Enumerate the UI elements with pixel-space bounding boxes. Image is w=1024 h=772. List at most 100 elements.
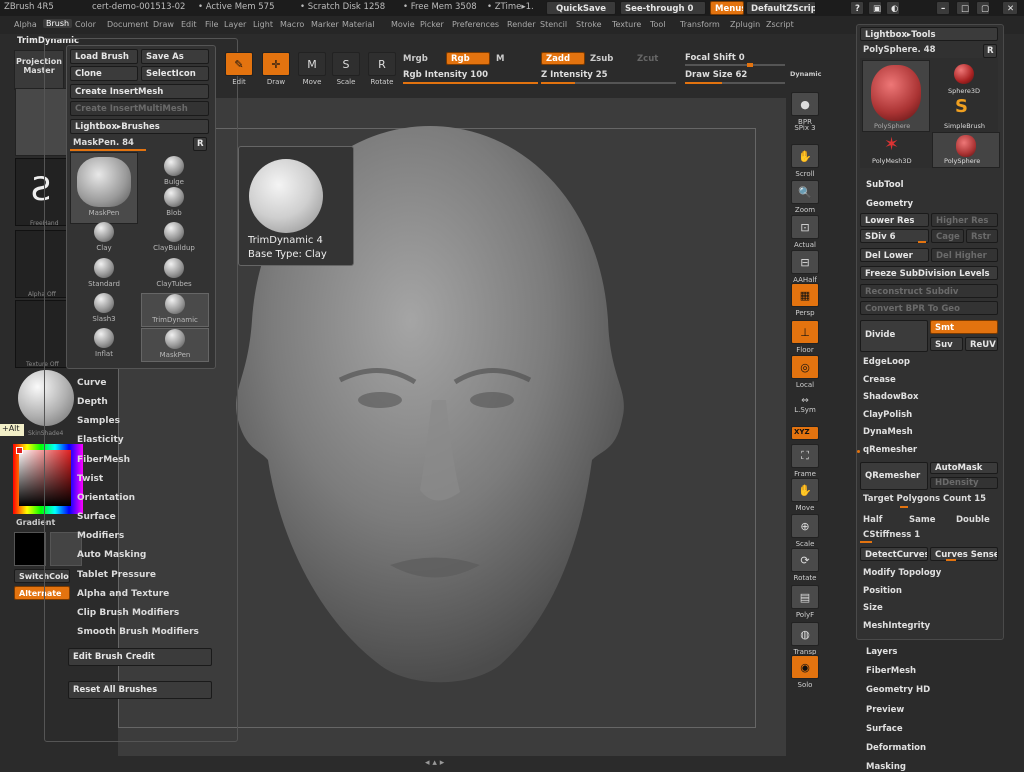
shelf-spix-3[interactable]: SPix 3 xyxy=(790,124,820,132)
shelf-move[interactable]: ✋ Move xyxy=(790,478,820,512)
cage-button[interactable]: Cage xyxy=(931,229,964,243)
geometry-item-crease[interactable]: Crease xyxy=(863,375,896,385)
target-polygons-slider[interactable]: Target Polygons Count 15 xyxy=(863,494,986,504)
automask-toggle[interactable]: AutoMask xyxy=(930,462,998,474)
zsub-toggle[interactable]: Zsub xyxy=(590,54,613,64)
shelf-persp[interactable]: ▦ Persp xyxy=(790,283,820,317)
geometry-item-edgeloop[interactable]: EdgeLoop xyxy=(863,357,910,367)
reconstruct-subdiv-button[interactable]: Reconstruct Subdiv xyxy=(860,284,998,298)
edit-mode-button[interactable]: ✎ Edit xyxy=(224,52,254,86)
minimize-icon[interactable]: – xyxy=(936,1,950,15)
shelf-scale[interactable]: ⊕ Scale xyxy=(790,514,820,548)
dynamic-toggle[interactable]: Dynamic xyxy=(790,70,822,78)
shelf-floor[interactable]: ⊥ Floor xyxy=(790,320,820,354)
brush-section-smooth-brush-modifiers[interactable]: Smooth Brush Modifiers xyxy=(77,627,199,637)
rstr-button[interactable]: Rstr xyxy=(966,229,998,243)
m-toggle[interactable]: M xyxy=(496,54,504,64)
menu-macro[interactable]: Macro xyxy=(280,20,304,29)
brush-section-modifiers[interactable]: Modifiers xyxy=(77,531,124,541)
menu-tool[interactable]: Tool xyxy=(650,20,666,29)
brush-item-clay[interactable]: Clay xyxy=(78,222,130,252)
close-icon[interactable]: ✕ xyxy=(1002,1,1018,15)
lightbox-tools-button[interactable]: Lightbox▸Tools xyxy=(860,27,998,41)
shelf-rotate[interactable]: ⟳ Rotate xyxy=(790,548,820,582)
menu-draw[interactable]: Draw xyxy=(153,20,174,29)
brush-section-clip-brush-modifiers[interactable]: Clip Brush Modifiers xyxy=(77,608,179,618)
shelf-solo[interactable]: ◉ Solo xyxy=(790,655,820,689)
shelf-scroll[interactable]: ✋ Scroll xyxy=(790,144,820,178)
menu-edit[interactable]: Edit xyxy=(181,20,197,29)
smt-toggle[interactable]: Smt xyxy=(930,320,998,334)
save-as-button[interactable]: Save As xyxy=(141,49,209,64)
geometry-item-claypolish[interactable]: ClayPolish xyxy=(863,410,912,420)
tool-section-deformation[interactable]: Deformation xyxy=(866,743,926,753)
palette-icon[interactable]: ◐ xyxy=(886,1,900,15)
menu-texture[interactable]: Texture xyxy=(612,20,641,29)
brush-item-inflat[interactable]: Inflat xyxy=(78,328,130,358)
move-mode-button[interactable]: M Move xyxy=(297,52,327,86)
mrgb-toggle[interactable]: Mrgb xyxy=(403,54,428,64)
geometry-item-dynamesh[interactable]: DynaMesh xyxy=(863,427,913,437)
brush-section-samples[interactable]: Samples xyxy=(77,416,120,426)
menu-picker[interactable]: Picker xyxy=(420,20,444,29)
z-intensity-slider[interactable]: Z Intensity 25 xyxy=(541,70,608,80)
menu-light[interactable]: Light xyxy=(253,20,273,29)
select-icon-button[interactable]: SelectIcon xyxy=(141,66,209,81)
brush-item-claytubes[interactable]: ClayTubes xyxy=(148,258,200,288)
geometry-item-meshintegrity[interactable]: MeshIntegrity xyxy=(863,621,930,631)
shelf-frame[interactable]: ⛶ Frame xyxy=(790,444,820,478)
quicksave-button[interactable]: QuickSave xyxy=(546,1,616,15)
maximize-icon[interactable]: □ xyxy=(956,1,970,15)
rgb-intensity-slider[interactable]: Rgb Intensity 100 xyxy=(403,70,488,80)
brush-item-standard[interactable]: Standard xyxy=(78,258,130,288)
main-color-swatch[interactable] xyxy=(14,532,46,566)
curves-sense-handle[interactable] xyxy=(946,559,956,561)
shelf-transp[interactable]: ◍ Transp xyxy=(790,622,820,656)
menu-stroke[interactable]: Stroke xyxy=(576,20,602,29)
draw-mode-button[interactable]: ✛ Draw xyxy=(261,52,291,86)
tool-section-surface[interactable]: Surface xyxy=(866,724,903,734)
half-button[interactable]: Half xyxy=(863,515,882,525)
higher-res-button[interactable]: Higher Res xyxy=(931,213,998,227)
draw-size-slider[interactable]: Draw Size 62 xyxy=(685,70,747,80)
shelf-local[interactable]: ◎ Local xyxy=(790,355,820,389)
lightbox-brushes-button[interactable]: Lightbox▸Brushes xyxy=(70,119,209,134)
brush-section-surface[interactable]: Surface xyxy=(77,512,116,522)
create-insertmesh-button[interactable]: Create InsertMesh xyxy=(70,84,209,99)
qremesher-button[interactable]: QRemesher xyxy=(860,462,928,490)
see-through-slider[interactable]: See-through 0 xyxy=(620,1,706,15)
geometry-item-position[interactable]: Position xyxy=(863,586,902,596)
convert-bpr-button[interactable]: Convert BPR To Geo xyxy=(860,301,998,315)
menu-material[interactable]: Material xyxy=(342,20,375,29)
menu-alpha[interactable]: Alpha xyxy=(14,20,37,29)
menu-color[interactable]: Color xyxy=(75,20,96,29)
tool-reset-button[interactable]: R xyxy=(983,44,997,58)
geometry-item-modify-topology[interactable]: Modify Topology xyxy=(863,568,941,578)
detect-curves-toggle[interactable]: DetectCurves xyxy=(860,547,928,561)
restore-icon[interactable]: ▢ xyxy=(976,1,990,15)
shelf-xyz[interactable]: XYZ xyxy=(790,426,820,442)
lower-res-button[interactable]: Lower Res xyxy=(860,213,929,227)
del-higher-button[interactable]: Del Higher xyxy=(931,248,998,262)
shelf-polyf[interactable]: ▤ PolyF xyxy=(790,585,820,619)
simplebrush-icon[interactable]: S xyxy=(955,96,968,117)
focal-shift-handle[interactable] xyxy=(747,63,753,67)
layout-icon[interactable]: ▣ xyxy=(868,1,882,15)
clone-button[interactable]: Clone xyxy=(70,66,138,81)
tool-section-fibermesh[interactable]: FiberMesh xyxy=(866,666,916,676)
double-button[interactable]: Double xyxy=(956,515,990,525)
brush-section-elasticity[interactable]: Elasticity xyxy=(77,435,124,445)
brush-item-maskpen[interactable]: MaskPen xyxy=(141,328,209,362)
hdensity-toggle[interactable]: HDensity xyxy=(930,477,998,489)
target-polygons-handle[interactable] xyxy=(900,506,908,508)
brush-item-trimdynamic[interactable]: TrimDynamic xyxy=(141,293,209,327)
zcut-toggle[interactable]: Zcut xyxy=(637,54,658,64)
shelf-aahalf[interactable]: ⊟ AAHalf xyxy=(790,250,820,284)
sphere3d-icon[interactable] xyxy=(954,64,974,84)
suv-toggle[interactable]: Suv xyxy=(930,337,963,351)
cstiffness-slider[interactable]: CStiffness 1 xyxy=(863,530,920,540)
brush-item-bulge[interactable]: Bulge xyxy=(148,156,200,186)
brush-item-slash3[interactable]: Slash3 xyxy=(78,293,130,323)
menu-layer[interactable]: Layer xyxy=(224,20,246,29)
brush-item-claybuildup[interactable]: ClayBuildup xyxy=(148,222,200,252)
